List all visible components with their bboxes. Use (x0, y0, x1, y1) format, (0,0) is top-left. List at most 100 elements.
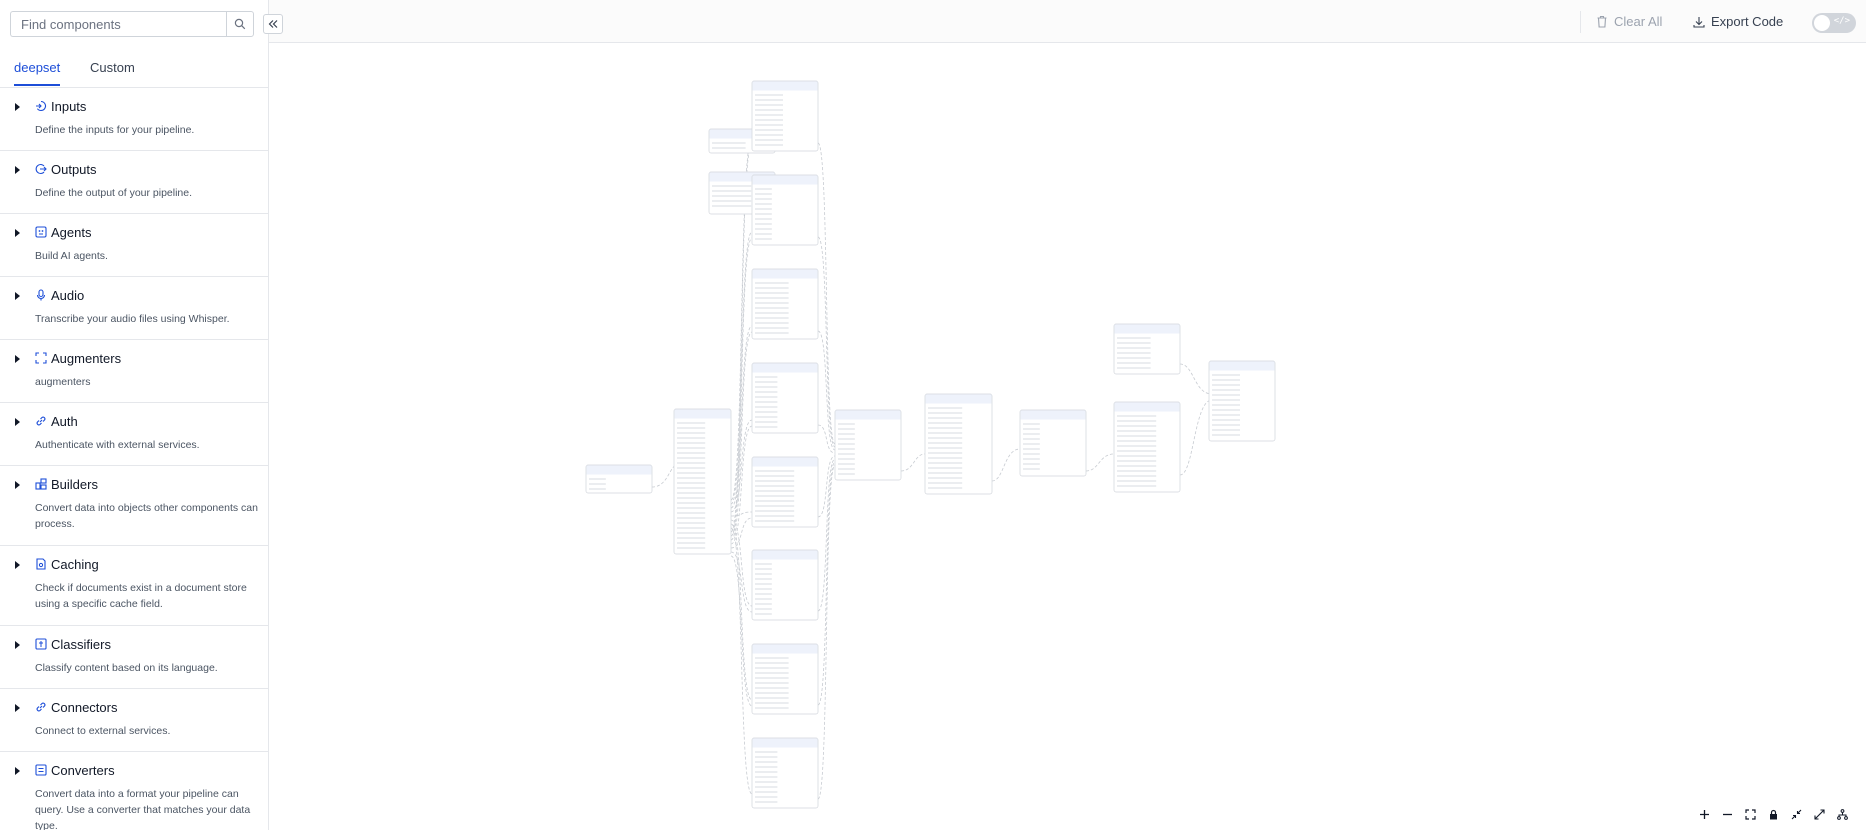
export-code-button[interactable]: Export Code (1693, 14, 1783, 29)
pipeline-node[interactable] (834, 409, 902, 481)
library-tabs: deepset Custom (0, 52, 268, 88)
pipeline-node[interactable] (751, 268, 819, 340)
expand-button[interactable] (1808, 803, 1831, 826)
search-row (10, 11, 254, 37)
category-inputs[interactable]: Inputs Define the inputs for your pipeli… (0, 88, 268, 151)
export-code-label: Export Code (1711, 14, 1784, 29)
toggle-knob (1814, 15, 1830, 31)
auto-layout-button[interactable] (1831, 803, 1854, 826)
category-list: Inputs Define the inputs for your pipeli… (0, 88, 268, 830)
pipeline-node[interactable] (751, 80, 819, 152)
category-description: Check if documents exist in a document s… (35, 582, 247, 610)
canvas-toolbar: Clear All Export Code </> (269, 0, 1866, 43)
category-description: Connect to external services. (35, 725, 171, 737)
category-description: Define the output of your pipeline. (35, 187, 193, 199)
pipeline-node[interactable] (1208, 360, 1276, 442)
search-input[interactable] (10, 11, 226, 37)
category-agents[interactable]: Agents Build AI agents. (0, 214, 268, 277)
pipeline-node[interactable] (751, 456, 819, 528)
pipeline-node[interactable] (1113, 323, 1181, 375)
zoom-in-button[interactable] (1693, 803, 1716, 826)
caching-icon (36, 558, 46, 570)
category-title: Classifiers (51, 637, 111, 652)
search-button[interactable] (226, 11, 254, 37)
category-augmenters[interactable]: Augmenters augmenters (0, 340, 268, 403)
zoom-out-icon (1723, 813, 1732, 816)
pipeline-node[interactable] (751, 549, 819, 621)
caret-right-icon (15, 355, 20, 363)
caret-right-icon (15, 229, 20, 237)
category-auth[interactable]: Auth Authenticate with external services… (0, 403, 268, 466)
tab-custom[interactable]: Custom (90, 60, 135, 84)
fit-view-button[interactable] (1739, 803, 1762, 826)
pipeline-node[interactable] (1113, 401, 1181, 493)
caret-right-icon (15, 103, 20, 111)
category-description: augmenters (35, 376, 91, 388)
category-classifiers[interactable]: Classifiers Classify content based on it… (0, 626, 268, 689)
pipeline-node[interactable] (1019, 409, 1087, 477)
pipeline-graph[interactable] (269, 44, 1866, 830)
code-icon: </> (1833, 16, 1850, 26)
category-title: Audio (51, 288, 85, 303)
caret-right-icon (15, 481, 20, 489)
category-description: Define the inputs for your pipeline. (35, 124, 195, 136)
caret-right-icon (15, 704, 20, 712)
link-icon (36, 416, 46, 426)
expand-icon (1814, 809, 1825, 820)
builders-icon (35, 478, 47, 490)
caret-right-icon (15, 561, 20, 569)
zoom-out-button[interactable] (1716, 803, 1739, 826)
lock-button[interactable] (1762, 803, 1785, 826)
category-title: Builders (51, 477, 98, 492)
category-title: Converters (51, 763, 115, 778)
category-description: Convert data into objects other componen… (35, 502, 258, 530)
trash-icon (1597, 15, 1607, 28)
category-title: Agents (51, 225, 92, 240)
category-connectors[interactable]: Connectors Connect to external services. (0, 689, 268, 752)
code-view-toggle[interactable]: </> (1812, 13, 1856, 33)
converters-icon (35, 764, 47, 776)
pipeline-node[interactable] (751, 643, 819, 715)
category-title: Inputs (51, 99, 87, 114)
pipeline-node[interactable] (751, 174, 819, 246)
collapse-button[interactable] (1785, 803, 1808, 826)
category-description: Transcribe your audio files using Whispe… (35, 313, 230, 325)
caret-right-icon (15, 292, 20, 300)
pipeline-node[interactable] (751, 737, 819, 809)
collapse-icon (1791, 809, 1802, 820)
clear-all-button[interactable]: Clear All (1596, 14, 1662, 29)
pipeline-node[interactable] (924, 393, 993, 495)
caret-right-icon (15, 418, 20, 426)
category-caching[interactable]: Caching Check if documents exist in a do… (0, 546, 268, 626)
caret-right-icon (15, 641, 20, 649)
category-description: Classify content based on its language. (35, 662, 218, 674)
microphone-icon (36, 289, 46, 301)
pipeline-node[interactable] (585, 464, 653, 494)
download-icon (1693, 16, 1705, 28)
pipeline-nodes (585, 80, 1276, 809)
classifiers-icon (35, 638, 47, 650)
tab-deepset[interactable]: deepset (14, 60, 61, 86)
category-description: Authenticate with external services. (35, 439, 200, 451)
pipeline-node[interactable] (673, 408, 732, 555)
category-audio[interactable]: Audio Transcribe your audio files using … (0, 277, 268, 340)
outputs-icon (35, 163, 47, 175)
augmenters-icon (35, 352, 47, 364)
fit-view-icon (1745, 809, 1756, 820)
canvas-controls (1693, 803, 1854, 826)
collapse-sidebar-button[interactable] (263, 14, 283, 34)
layout-icon (1837, 809, 1848, 820)
clear-all-label: Clear All (1614, 14, 1663, 29)
category-outputs[interactable]: Outputs Define the output of your pipeli… (0, 151, 268, 214)
category-title: Augmenters (51, 351, 122, 366)
category-title: Connectors (51, 700, 118, 715)
category-title: Outputs (51, 162, 97, 177)
category-converters[interactable]: Converters Convert data into a format yo… (0, 752, 268, 830)
category-description: Convert data into a format your pipeline… (35, 788, 251, 830)
caret-right-icon (15, 767, 20, 775)
pipeline-node[interactable] (751, 362, 819, 434)
pipeline-canvas[interactable] (269, 44, 1866, 830)
agents-icon (35, 226, 47, 238)
component-sidebar: deepset Custom Inputs Define the inputs … (0, 0, 269, 830)
category-builders[interactable]: Builders Convert data into objects other… (0, 466, 268, 546)
